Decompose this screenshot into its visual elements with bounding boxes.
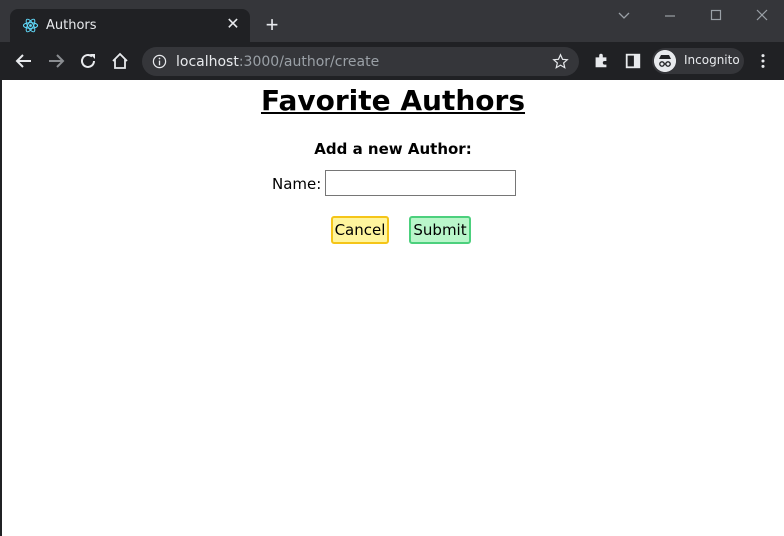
incognito-profile-button[interactable]: Incognito	[652, 48, 744, 74]
browser-tab[interactable]: Authors ✕	[10, 9, 250, 42]
extensions-puzzle-icon[interactable]	[592, 52, 610, 70]
browser-toolbar: localhost:3000/author/create Incognito	[0, 42, 784, 80]
url-path: :3000/author/create	[238, 54, 380, 70]
react-icon	[22, 18, 39, 33]
back-icon[interactable]	[14, 51, 34, 71]
form-heading: Add a new Author:	[314, 140, 472, 158]
side-panel-icon[interactable]	[624, 52, 642, 70]
maximize-icon[interactable]	[704, 6, 728, 26]
reload-icon[interactable]	[78, 51, 98, 71]
tab-title: Authors	[46, 18, 97, 33]
browser-titlebar: Authors ✕ +	[0, 0, 784, 42]
cancel-button[interactable]: Cancel	[331, 216, 389, 244]
tab-search-icon[interactable]	[612, 6, 636, 26]
incognito-label: Incognito	[684, 53, 740, 67]
page-title: Favorite Authors	[260, 84, 526, 117]
url-text[interactable]: localhost:3000/author/create	[176, 54, 379, 70]
minimize-icon[interactable]	[658, 6, 682, 26]
name-input[interactable]	[325, 170, 516, 196]
address-bar[interactable]: localhost:3000/author/create	[142, 47, 579, 76]
page-content: Favorite Authors Add a new Author: Name:…	[2, 80, 784, 536]
new-tab-icon[interactable]: +	[262, 14, 282, 36]
close-tab-icon[interactable]: ✕	[224, 16, 242, 34]
name-label: Name:	[272, 175, 322, 193]
bookmark-star-icon[interactable]	[552, 53, 569, 70]
window-close-icon[interactable]	[750, 6, 774, 26]
url-host: localhost	[176, 54, 239, 70]
forward-icon[interactable]	[46, 51, 66, 71]
more-menu-icon[interactable]	[754, 52, 772, 70]
incognito-icon	[654, 50, 676, 72]
submit-button[interactable]: Submit	[409, 216, 471, 244]
info-icon[interactable]	[152, 54, 167, 69]
home-icon[interactable]	[110, 51, 130, 71]
